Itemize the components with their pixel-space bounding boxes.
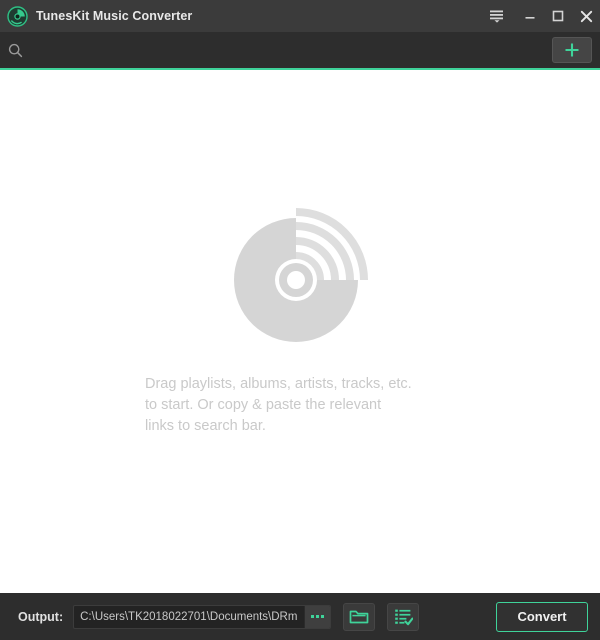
close-icon[interactable]	[572, 0, 600, 32]
maximize-icon[interactable]	[544, 0, 572, 32]
app-window: TunesKit Music Converter Drag playlists,…	[0, 0, 600, 640]
search-bar	[0, 32, 600, 68]
convert-button[interactable]: Convert	[496, 601, 588, 632]
bottom-toolbar: Output: C:\Users\TK2018022701\Documents\…	[0, 593, 600, 640]
minimize-icon[interactable]	[516, 0, 544, 32]
drop-hint-line-3: links to search bar.	[145, 418, 266, 434]
drop-hint-line-2: to start. Or copy & paste the relevant	[145, 397, 382, 413]
converted-history-button[interactable]	[387, 602, 420, 631]
add-files-button[interactable]	[552, 37, 592, 63]
plus-icon	[565, 43, 579, 57]
dot-3	[321, 615, 325, 618]
output-label: Output:	[18, 609, 64, 624]
disc-logo-icon	[6, 5, 28, 27]
app-title: TunesKit Music Converter	[36, 9, 193, 23]
dot-1	[311, 615, 315, 618]
empty-state: Drag playlists, albums, artists, tracks,…	[145, 200, 455, 437]
open-output-folder-button[interactable]	[343, 602, 376, 631]
window-controls	[482, 0, 600, 32]
drop-hint-text: Drag playlists, albums, artists, tracks,…	[145, 374, 455, 437]
drop-hint-line-1: Drag playlists, albums, artists, tracks,…	[145, 376, 412, 392]
drop-area[interactable]: Drag playlists, albums, artists, tracks,…	[0, 70, 600, 593]
output-path-text: C:\Users\TK2018022701\Documents\DRm	[80, 610, 298, 623]
title-bar: TunesKit Music Converter	[0, 0, 600, 32]
dot-2	[316, 615, 320, 618]
disc-with-signal-waves-icon	[234, 208, 368, 342]
browse-path-button[interactable]	[304, 605, 331, 628]
output-path-field[interactable]: C:\Users\TK2018022701\Documents\DRm	[73, 604, 332, 629]
search-input[interactable]	[30, 35, 552, 65]
list-check-icon	[394, 609, 413, 625]
folder-icon	[349, 610, 369, 624]
search-icon	[0, 32, 30, 68]
menu-list-icon[interactable]	[482, 0, 512, 32]
